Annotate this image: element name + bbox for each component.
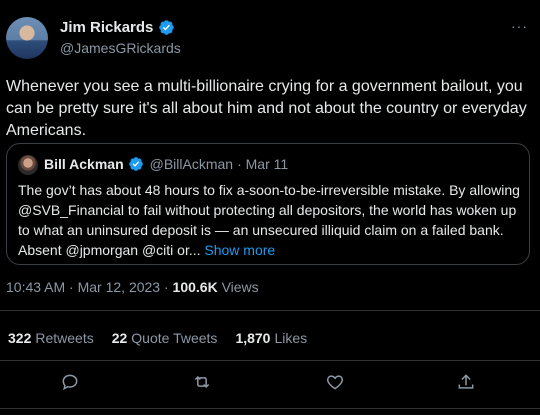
author-handle[interactable]: @JamesGRickards — [60, 40, 181, 56]
share-icon[interactable] — [456, 372, 480, 396]
retweets-count: 322 — [8, 330, 32, 346]
retweet-icon[interactable] — [192, 372, 216, 396]
likes-label: Likes — [274, 330, 308, 346]
verified-icon — [159, 20, 175, 35]
more-options-icon[interactable]: ··· — [511, 18, 528, 34]
quote-author-name: Bill Ackman — [44, 156, 124, 172]
views-label: Views — [217, 279, 259, 295]
quote-date: · Mar 11 — [237, 156, 289, 172]
quote-verified-icon — [128, 157, 143, 171]
divider — [0, 310, 540, 311]
quote-tweets-count: 22 — [111, 330, 128, 346]
quote-text-block: The gov’t has about 48 hours to fix a-so… — [18, 180, 523, 260]
author-name-row: Jim Rickards — [60, 19, 175, 36]
retweets-label: Retweets — [35, 330, 94, 346]
reply-icon[interactable] — [60, 372, 84, 396]
quote-tweets-stat[interactable]: 22 Quote Tweets — [112, 330, 218, 346]
tweet-text: Whenever you see a multi-billionaire cry… — [6, 78, 527, 139]
heart-icon[interactable] — [325, 372, 349, 396]
quote-author-avatar — [18, 155, 38, 175]
divider — [0, 408, 540, 409]
retweets-stat[interactable]: 322 Retweets — [8, 330, 94, 346]
author-name[interactable]: Jim Rickards — [60, 19, 153, 36]
quote-header: Bill Ackman @BillAckman · Mar 11 — [44, 156, 288, 172]
engagement-stats: 322 Retweets 22 Quote Tweets 1,870 Likes — [8, 330, 307, 346]
divider — [0, 360, 540, 361]
views-count: 100.6K — [172, 279, 218, 295]
author-avatar[interactable] — [6, 17, 48, 59]
tweet-timestamp[interactable]: 10:43 AM · Mar 12, 2023 · — [6, 279, 173, 295]
tweet-meta: 10:43 AM · Mar 12, 2023 · 100.6K Views — [6, 279, 259, 295]
action-bar — [0, 372, 540, 396]
likes-count: 1,870 — [235, 330, 271, 346]
quote-tweets-label: Quote Tweets — [131, 330, 218, 346]
show-more-link[interactable]: Show more — [204, 242, 275, 258]
likes-stat[interactable]: 1,870 Likes — [235, 330, 307, 346]
quote-tweet-card[interactable]: Bill Ackman @BillAckman · Mar 11 The gov… — [6, 143, 530, 265]
quote-author-handle: @BillAckman — [149, 156, 234, 172]
